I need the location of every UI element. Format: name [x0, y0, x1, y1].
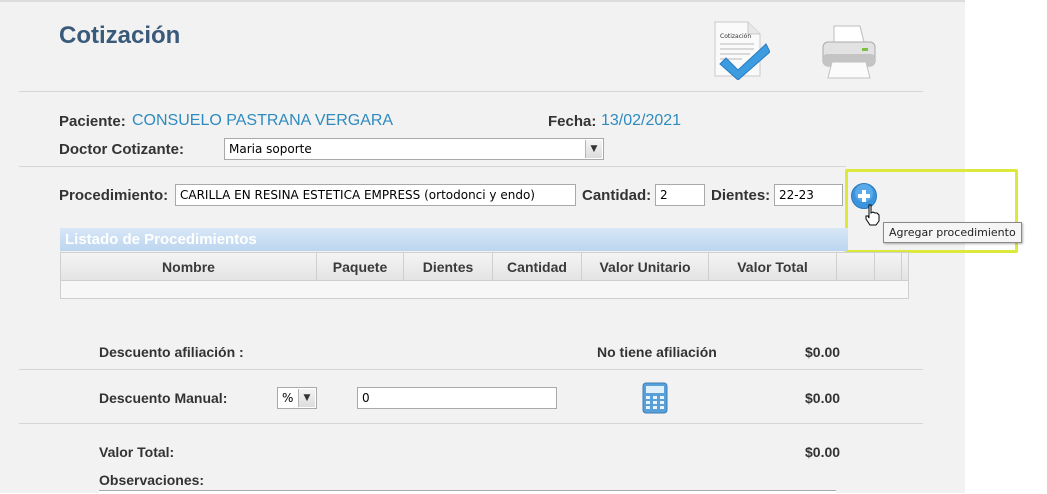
column-header-unit-value[interactable]: Valor Unitario — [582, 253, 709, 280]
doctor-label: Doctor Cotizante: — [59, 141, 184, 158]
total-label: Valor Total: — [99, 444, 175, 460]
divider — [19, 91, 923, 92]
quantity-label: Cantidad: — [582, 187, 652, 204]
divider — [19, 166, 846, 167]
quote-icon-caption: Cotización — [720, 33, 751, 40]
teeth-input[interactable]: 22-23 — [774, 184, 843, 206]
divider — [19, 423, 923, 424]
procedures-table: Nombre Paquete Dientes Cantidad Valor Un… — [60, 252, 909, 299]
affiliation-discount-amount: $0.00 — [805, 344, 841, 360]
divider — [19, 369, 923, 370]
quantity-input[interactable]: 2 — [655, 184, 705, 206]
column-header-action-2 — [875, 253, 902, 280]
teeth-label: Dientes: — [711, 187, 771, 204]
page-title: Cotización — [59, 22, 181, 49]
doctor-selected-value: Maria soporte — [229, 142, 312, 156]
affiliation-discount-label: Descuento afiliación : — [99, 344, 244, 360]
manual-discount-label: Descuento Manual: — [99, 390, 228, 406]
doctor-select[interactable]: Maria soporte ▼ — [224, 138, 604, 160]
date-label: Fecha: — [548, 113, 597, 130]
procedure-input[interactable]: CARILLA EN RESINA ESTETICA EMPRESS (orto… — [175, 184, 576, 206]
chevron-down-icon[interactable]: ▼ — [585, 140, 602, 158]
table-header: Nombre Paquete Dientes Cantidad Valor Un… — [61, 253, 908, 281]
manual-discount-type-value: % — [282, 391, 294, 405]
save-quote-icon[interactable]: Cotización — [712, 20, 771, 81]
patient-label: Paciente: — [59, 113, 126, 130]
date-value: 13/02/2021 — [601, 112, 682, 129]
chevron-down-icon[interactable]: ▼ — [298, 389, 315, 407]
column-header-name[interactable]: Nombre — [61, 253, 317, 280]
column-header-total-value[interactable]: Valor Total — [709, 253, 837, 280]
manual-discount-amount: $0.00 — [805, 390, 841, 406]
calculator-icon[interactable] — [642, 382, 668, 414]
affiliation-status: No tiene afiliación — [597, 344, 717, 360]
add-procedure-tooltip: Agregar procedimiento — [883, 222, 1022, 243]
column-header-teeth[interactable]: Dientes — [404, 253, 493, 280]
printer-icon[interactable] — [820, 24, 878, 80]
patient-name: CONSUELO PASTRANA VERGARA — [132, 112, 394, 129]
procedure-label: Procedimiento: — [59, 187, 169, 204]
manual-discount-input[interactable]: 0 — [357, 387, 557, 409]
column-header-package[interactable]: Paquete — [317, 253, 404, 280]
total-amount: $0.00 — [805, 444, 841, 460]
column-header-action-1 — [837, 253, 875, 280]
manual-discount-type-select[interactable]: % ▼ — [277, 387, 317, 409]
procedures-list-title: Listado de Procedimientos — [60, 228, 848, 251]
observations-textarea[interactable] — [99, 490, 836, 494]
observations-label: Observaciones: — [99, 472, 205, 488]
column-header-quantity[interactable]: Cantidad — [493, 253, 582, 280]
